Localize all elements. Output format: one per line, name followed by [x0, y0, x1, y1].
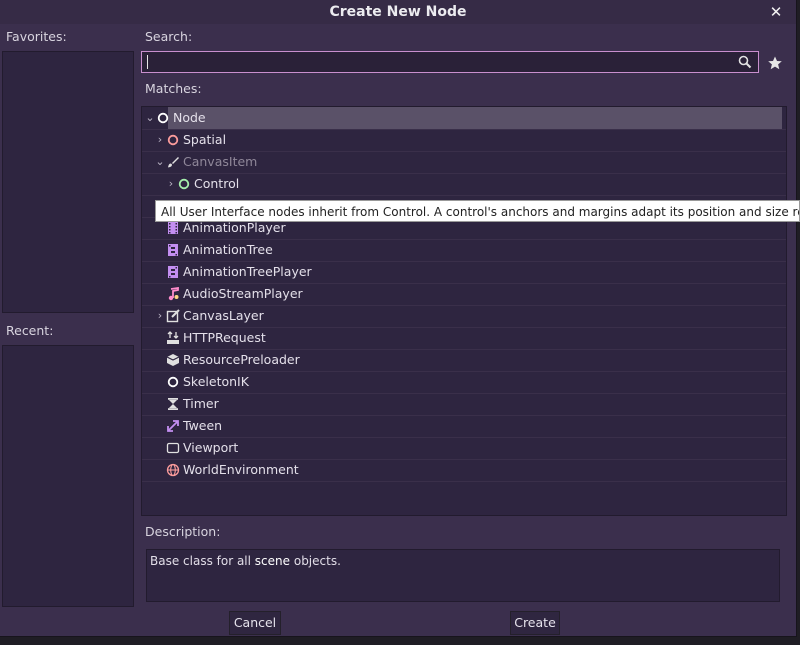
create-button[interactable]: Create: [510, 611, 560, 635]
tree-item-label: WorldEnvironment: [183, 462, 299, 477]
tree-item-label: CanvasLayer: [183, 308, 264, 323]
skeleton-circle-icon: [167, 376, 179, 388]
tree-item-animationtree[interactable]: AnimationTree: [142, 239, 786, 262]
tree-item-label: Control: [194, 176, 240, 191]
tree-item-skeletonik[interactable]: SkeletonIK: [142, 371, 786, 394]
tree-item-viewport[interactable]: Viewport: [142, 437, 786, 460]
spatial-circle-icon: [167, 134, 179, 146]
tooltip: All User Interface nodes inherit from Co…: [155, 200, 800, 222]
search-input[interactable]: [146, 53, 726, 71]
tree-item-label: Viewport: [183, 440, 239, 455]
brush-icon: [168, 157, 179, 168]
description-link[interactable]: scene: [255, 554, 290, 568]
film-icon: [168, 222, 178, 234]
dialog-title: Create New Node: [329, 4, 467, 20]
music-note-icon: [168, 287, 179, 301]
control-circle-icon: [178, 178, 190, 190]
selection-highlight: [168, 107, 782, 129]
description-text: Base class for all: [150, 554, 255, 568]
matches-label: Matches:: [145, 81, 202, 96]
tree-item-animationtreeplayer[interactable]: AnimationTreePlayer: [142, 261, 786, 284]
tween-arrow-icon: [167, 420, 179, 432]
http-request-icon: [167, 331, 179, 344]
favorites-label: Favorites:: [6, 29, 67, 44]
collapse-arrow-icon[interactable]: ⌄: [145, 107, 155, 129]
tree-item-httprequest[interactable]: HTTPRequest: [142, 327, 786, 350]
tree-item-label: Spatial: [183, 132, 227, 147]
tree-item-spatial[interactable]: › Spatial: [142, 129, 786, 152]
tree-item-label: CanvasItem: [183, 154, 258, 169]
tree-item-label: AnimationTreePlayer: [183, 264, 312, 279]
expand-arrow-icon[interactable]: ›: [166, 173, 176, 195]
dialog-titlebar: Create New Node ✕: [0, 0, 796, 24]
hourglass-icon: [168, 398, 178, 410]
description-box: Base class for all scene objects.: [146, 549, 780, 602]
create-node-dialog: Create New Node ✕ Favorites: Recent: Sea…: [0, 0, 797, 637]
tree-item-label: Tween: [183, 418, 223, 433]
favorites-list[interactable]: [2, 51, 134, 313]
text-caret: [147, 55, 148, 69]
animation-tree-player-icon: [168, 266, 178, 278]
animation-tree-icon: [168, 244, 178, 256]
tree-item-timer[interactable]: Timer: [142, 393, 786, 416]
cancel-button[interactable]: Cancel: [229, 611, 281, 635]
node-circle-icon: [157, 112, 169, 124]
tree-item-control[interactable]: › Control: [142, 173, 786, 196]
recent-label: Recent:: [6, 323, 54, 338]
tree-item-resourcepreloader[interactable]: ResourcePreloader: [142, 349, 786, 372]
viewport-square-icon: [166, 442, 180, 454]
tree-item-label: ResourcePreloader: [183, 352, 300, 367]
search-field[interactable]: [141, 51, 759, 73]
tree-item-node[interactable]: ⌄ Node: [142, 107, 786, 130]
tree-item-worldenvironment[interactable]: WorldEnvironment: [142, 459, 786, 482]
canvas-layer-icon: [166, 309, 180, 323]
expand-arrow-icon[interactable]: ›: [155, 305, 165, 327]
tree-item-label: Node: [173, 110, 206, 125]
search-label: Search:: [145, 29, 193, 44]
description-label: Description:: [145, 524, 221, 539]
cube-icon: [166, 354, 180, 366]
close-icon[interactable]: ✕: [768, 1, 784, 23]
favorite-star-icon[interactable]: [767, 55, 783, 71]
tree-item-tween[interactable]: Tween: [142, 415, 786, 438]
tree-item-label: AnimationTree: [183, 242, 273, 257]
recent-list[interactable]: [2, 345, 134, 607]
tree-item-label: Timer: [183, 396, 219, 411]
tree-item-label: SkeletonIK: [183, 374, 249, 389]
tree-item-label: HTTPRequest: [183, 330, 266, 345]
tree-item-audiostreamplayer[interactable]: AudioStreamPlayer: [142, 283, 786, 306]
tree-item-canvaslayer[interactable]: › CanvasLayer: [142, 305, 786, 328]
description-text-end: objects.: [290, 554, 341, 568]
search-icon: [738, 55, 752, 69]
expand-arrow-icon[interactable]: ›: [155, 129, 165, 151]
tree-item-label: AudioStreamPlayer: [183, 286, 303, 301]
globe-icon: [166, 463, 180, 477]
matches-tree[interactable]: ⌄ Node › Spatial ⌄ CanvasItem › Control …: [141, 106, 787, 516]
tree-item-canvasitem[interactable]: ⌄ CanvasItem: [142, 151, 786, 174]
collapse-arrow-icon[interactable]: ⌄: [155, 151, 165, 173]
